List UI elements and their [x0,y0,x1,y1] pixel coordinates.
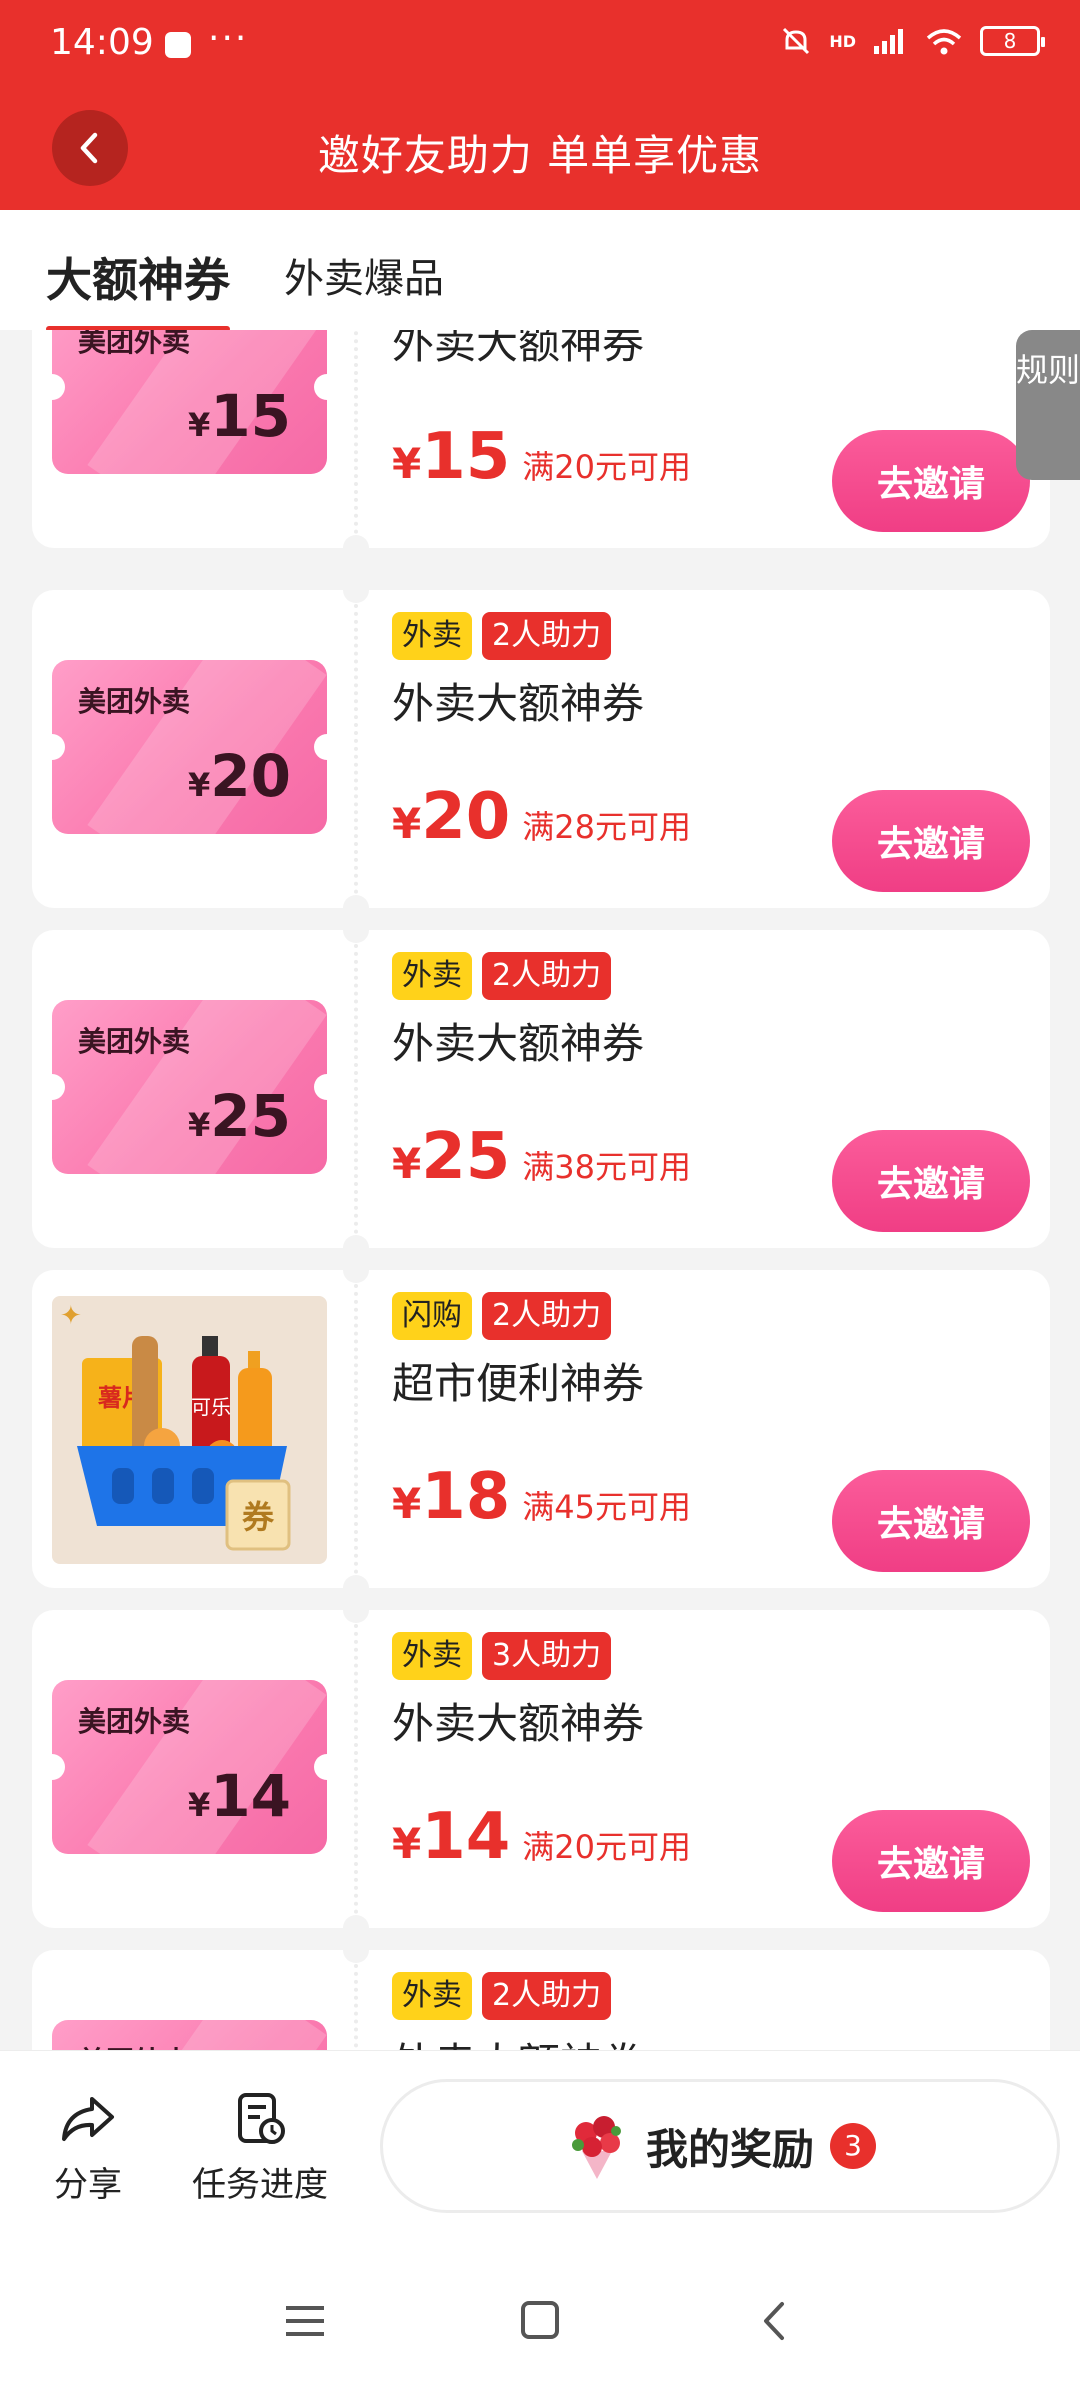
svg-text:✦: ✦ [60,1301,82,1331]
coupon-name: 外卖大额神券 [392,679,645,728]
invite-button[interactable]: 去邀请 [832,1470,1030,1572]
coupon-card: 美团外卖 ¥14 外卖 3人助力 外卖大额神券 ¥14 满20元可用 去邀请 [32,1597,1050,1941]
more-notifications-icon: ··· [208,18,249,59]
coupon-price: ¥20 满28元可用 [392,780,692,854]
app-header: 14:09 ··· HD 8 邀好友助力 单单享优惠 [0,0,1080,210]
helpers-needed-tag: 2人助力 [482,1972,612,2020]
coupon-card: 美团外卖 ¥25 外卖 2人助力 外卖大额神券 ¥25 满38元可用 去邀请 [32,917,1050,1261]
coupon-card: ✦ 薯片 可乐 券 闪购 2人助力 超市便利神券 ¥ 18 满45元可用 去邀请 [32,1257,1050,1601]
share-button[interactable]: 分享 [54,2091,122,2206]
battery-icon: 8 [980,26,1045,56]
coupon-ticket-image: 美团外卖 ¥25 [52,1000,327,1174]
mute-icon [783,27,810,55]
ticket-brand: 美团外卖 [78,1025,191,1058]
ticket-brand: 美团外卖 [78,685,191,718]
coupon-name: 外卖大额神券 [392,1019,645,1068]
helpers-needed-tag: 3人助力 [482,1632,612,1680]
coupon-tags: 外卖 2人助力 [392,1972,612,2020]
category-tag: 外卖 [392,612,472,660]
home-icon[interactable] [518,2298,562,2342]
ticket-brand: 美团外卖 [78,1705,191,1738]
coupon-card: 美团外卖 外卖 2人助力 外卖大额神券 [32,1937,1050,2050]
coupon-list[interactable]: 美团外卖 ¥15 外卖大额神券 ¥15 满20元可用 去邀请 美团外卖 ¥20 外… [0,330,1080,2050]
rewards-count-badge: 3 [830,2123,876,2169]
coupon-name: 外卖大额神券 [392,1699,645,1748]
page-title: 邀好友助力 单单享优惠 [317,131,763,180]
invite-button[interactable]: 去邀请 [832,430,1030,532]
coupon-name: 外卖大额神券 [392,330,645,368]
helpers-needed-tag: 2人助力 [482,612,612,660]
system-navigation-bar [0,2250,1080,2401]
status-icons: HD 8 [779,24,1045,58]
coupon-price: ¥18 满45元可用 [392,1460,692,1534]
tab-big-coupons[interactable]: 大额神券 [46,244,230,332]
coupon-sticker-label: 券 [242,1498,275,1536]
ticket-brand: 美团外卖 [78,2040,190,2050]
ticket-face-value: ¥15 [188,382,291,450]
coupon-tags: 闪购 2人助力 [392,1292,612,1340]
ticket-brand: 美团外卖 [78,330,191,358]
category-tag: 外卖 [392,952,472,1000]
coupon-name: 超市便利神券 [392,1359,645,1408]
coupon-tags: 外卖 3人助力 [392,1632,612,1680]
my-rewards-label: 我的奖励 [645,2124,814,2174]
flower-bouquet-icon [571,2116,621,2179]
coupon-card: 美团外卖 ¥20 外卖 2人助力 外卖大额神券 ¥20 满28元可用 去邀请 [32,577,1050,921]
cola-label: 可乐 [191,1395,231,1419]
coupon-price: ¥14 满20元可用 [392,1800,692,1874]
invite-button[interactable]: 去邀请 [832,1130,1030,1232]
coupon-ticket-image: 美团外卖 ¥20 [52,660,327,834]
coupon-ticket-image: 美团外卖 [52,2020,327,2050]
coupon-price: ¥15 满20元可用 [392,420,692,494]
signal-icon [874,29,903,54]
hd-network-label: HD [829,31,856,51]
ticket-face-value: ¥20 [188,742,291,810]
invite-button[interactable]: 去邀请 [832,1810,1030,1912]
my-rewards-button[interactable]: 我的奖励 3 [380,2079,1060,2213]
coupon-price: ¥25 满38元可用 [392,1120,692,1194]
battery-level: 8 [1003,29,1017,53]
rules-tab[interactable]: 规则 [1016,330,1080,480]
status-bar: 14:09 ··· HD 8 [0,0,1080,95]
ticket-face-value: ¥25 [188,1082,291,1150]
tab-takeout-hot[interactable]: 外卖爆品 [284,246,444,304]
category-tag: 闪购 [392,1292,472,1340]
bottom-action-bar: 分享 任务进度 我的奖励 3 [0,2050,1080,2250]
share-icon [62,2097,114,2141]
coupon-ticket-image: 美团外卖 ¥14 [52,1680,327,1854]
grocery-basket-image: ✦ 薯片 可乐 券 [52,1296,327,1564]
coupon-name: 外卖大额神券 [392,2030,644,2050]
category-tag: 外卖 [392,1632,472,1680]
task-progress-button[interactable]: 任务进度 [192,2091,328,2206]
task-progress-icon [238,2093,285,2144]
ticket-face-value: ¥14 [188,1762,291,1830]
coupon-tags: 外卖 2人助力 [392,952,612,1000]
helpers-needed-tag: 2人助力 [482,952,612,1000]
menu-icon[interactable] [282,2298,328,2344]
wifi-icon [926,29,962,55]
back-icon[interactable] [756,2298,792,2344]
status-time: 14:09 [50,22,154,63]
tab-bar: 大额神券 外卖爆品 [0,210,1080,332]
helpers-needed-tag: 2人助力 [482,1292,612,1340]
notification-app-icon [165,32,191,58]
invite-button[interactable]: 去邀请 [832,790,1030,892]
task-progress-label: 任务进度 [192,2165,328,2205]
coupon-card: 美团外卖 ¥15 外卖大额神券 ¥15 满20元可用 去邀请 [32,330,1050,561]
share-label: 分享 [54,2165,122,2205]
coupon-ticket-image: 美团外卖 ¥15 [52,330,327,474]
category-tag: 外卖 [392,1972,472,2020]
coupon-tags: 外卖 2人助力 [392,612,612,660]
